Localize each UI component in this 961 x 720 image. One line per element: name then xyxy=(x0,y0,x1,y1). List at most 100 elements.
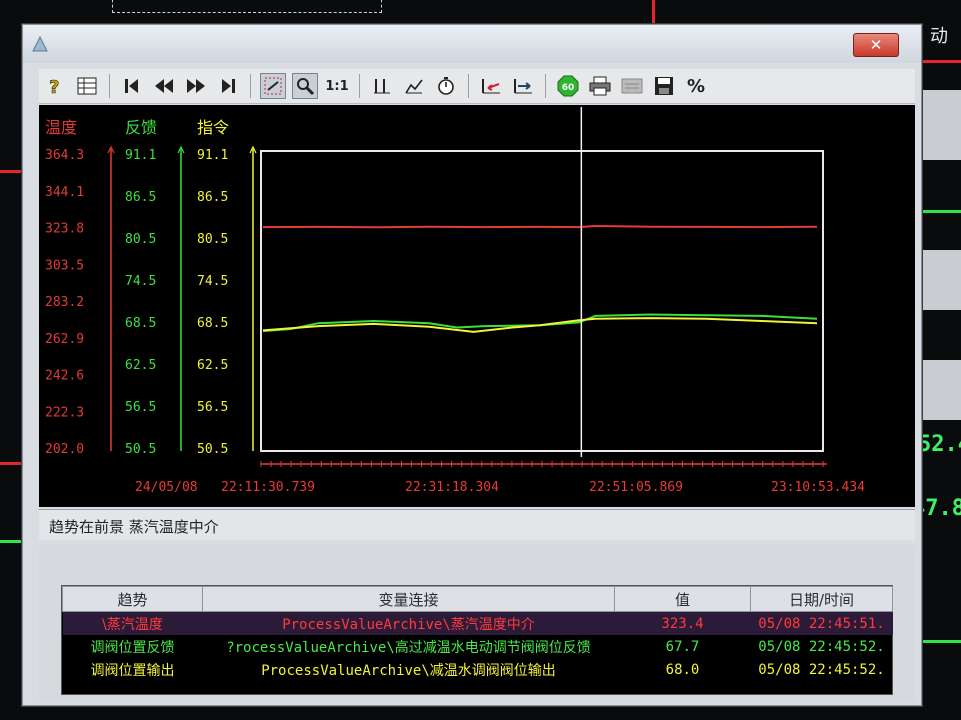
percent-icon[interactable]: % xyxy=(683,73,709,99)
toolbar-separator xyxy=(545,74,546,98)
background-green-line xyxy=(920,210,961,213)
tick-label: 91.1 xyxy=(125,148,156,163)
first-icon[interactable] xyxy=(119,73,145,99)
svg-text:60: 60 xyxy=(562,83,575,93)
plot-frame xyxy=(260,150,824,452)
status-bar: 趋势在前景 蒸汽温度中介 xyxy=(39,509,915,540)
trend-name-cell: \蒸汽温度 xyxy=(62,611,203,635)
background-panel-frame xyxy=(112,0,382,13)
table-row[interactable]: \蒸汽温度 ProcessValueArchive\蒸汽温度中介 323.4 05/0… xyxy=(62,611,893,635)
datetime-cell: 05/08 22:45:51. xyxy=(750,611,893,635)
series-line-2 xyxy=(262,317,818,333)
toolbar-separator xyxy=(468,74,469,98)
help-icon[interactable]: ? xyxy=(42,73,68,99)
tick-label: 364.3 xyxy=(45,148,84,163)
tick-label: 56.5 xyxy=(125,400,156,415)
save-icon[interactable] xyxy=(651,73,677,99)
tick-label: 262.9 xyxy=(45,332,84,347)
axis-title-2: 指令 xyxy=(197,118,229,137)
tick-label: 74.5 xyxy=(125,274,156,289)
background-red-line xyxy=(920,60,961,63)
tick-label: 50.5 xyxy=(125,442,156,457)
zoom-icon[interactable] xyxy=(292,73,318,99)
value-cell: 68.0 xyxy=(665,661,700,678)
background-label: 动 xyxy=(930,26,948,47)
background-gray-block xyxy=(920,250,961,310)
tick-label: 62.5 xyxy=(125,358,156,373)
series-line-1 xyxy=(262,313,818,333)
print-icon[interactable] xyxy=(587,73,613,99)
value-table: 趋势 变量连接 值 日期/时间 \蒸汽温度 ProcessValueArchive… xyxy=(61,585,893,695)
value-table-area: 趋势 变量连接 值 日期/时间 \蒸汽温度 ProcessValueArchive… xyxy=(39,545,915,701)
tick-label: 80.5 xyxy=(197,232,228,247)
trend-name-cell: 调阀位置反馈 xyxy=(90,639,175,656)
background-gray-block xyxy=(920,90,961,160)
x-tick-label: 22:11:30.739 xyxy=(221,480,315,495)
value-cell: 67.7 xyxy=(665,638,700,655)
variable-cell: ProcessValueArchive\减温水调阀阀位输出 xyxy=(261,662,556,679)
x-tick-label: 22:31:18.304 xyxy=(405,480,499,495)
close-button[interactable]: ✕ xyxy=(853,33,899,57)
tick-label: 68.5 xyxy=(125,316,156,331)
toolbar-separator xyxy=(250,74,251,98)
back-icon[interactable] xyxy=(151,73,177,99)
import-icon[interactable] xyxy=(478,73,504,99)
tick-label: 91.1 xyxy=(197,148,228,163)
tick-label: 202.0 xyxy=(45,442,84,457)
tick-label: 50.5 xyxy=(197,442,228,457)
table-row[interactable]: 调阀位置反馈 ?rocessValueArchive\高过减温水电动调节阀阀位反馈… xyxy=(63,635,893,658)
export-icon[interactable] xyxy=(510,73,536,99)
trend-chart-panel: 温度 364.3 344.1 323.8 303.5 283.2 262.9 242.6 222… xyxy=(39,105,915,507)
table-row[interactable]: 调阀位置输出 ProcessValueArchive\减温水调阀阀位输出 68.0 0… xyxy=(63,658,893,681)
variable-cell: ?rocessValueArchive\高过减温水电动调节阀阀位反馈 xyxy=(226,639,591,656)
datetime-cell: 05/08 22:45:52. xyxy=(758,638,885,655)
x-tick-label: 24/05/08 xyxy=(135,480,198,495)
tick-label: 74.5 xyxy=(197,274,228,289)
header-trend[interactable]: 趋势 xyxy=(62,586,203,612)
one-to-one-icon[interactable]: 1:1 xyxy=(324,73,350,99)
trend-icon[interactable] xyxy=(401,73,427,99)
header-datetime[interactable]: 日期/时间 xyxy=(750,586,893,612)
background-gray-block xyxy=(920,360,961,420)
tick-label: 80.5 xyxy=(125,232,156,247)
header-value[interactable]: 值 xyxy=(614,586,751,612)
app-icon xyxy=(32,35,48,52)
tick-label: 86.5 xyxy=(197,190,228,205)
x-tick-label: 23:10:53.434 xyxy=(771,480,865,495)
header-variable[interactable]: 变量连接 xyxy=(202,586,615,612)
toolbar-separator xyxy=(359,74,360,98)
x-tick-label: 22:51:05.869 xyxy=(589,480,683,495)
toolbar-separator xyxy=(109,74,110,98)
tick-label: 222.3 xyxy=(45,405,84,420)
tick-label: 68.5 xyxy=(197,316,228,331)
datetime-cell: 05/08 22:45:52. xyxy=(758,661,885,678)
tick-label: 56.5 xyxy=(197,400,228,415)
background-red-line xyxy=(0,170,22,173)
tick-label: 283.2 xyxy=(45,295,84,310)
sixty-icon[interactable]: 60 xyxy=(555,73,581,99)
variable-cell: ProcessValueArchive\蒸汽温度中介 xyxy=(202,611,615,635)
tick-label: 62.5 xyxy=(197,358,228,373)
select-area-icon[interactable] xyxy=(260,73,286,99)
timer-icon[interactable] xyxy=(433,73,459,99)
toolbar: ? 1:1 60 % xyxy=(39,69,915,104)
table-icon[interactable] xyxy=(74,73,100,99)
trend-window: ✕ ? 1:1 60 % 温度 364.3 344.1 323.8 303.5 … xyxy=(22,24,922,706)
ruler-icon[interactable] xyxy=(369,73,395,99)
background-value-1: 52.4 xyxy=(918,432,961,457)
series-line-0 xyxy=(262,224,818,229)
trend-chart[interactable]: 温度 364.3 344.1 323.8 303.5 283.2 262.9 242.6 222… xyxy=(39,105,915,507)
config-icon[interactable] xyxy=(619,73,645,99)
title-bar[interactable]: ✕ xyxy=(23,25,921,63)
axis-title-0: 温度 xyxy=(45,118,77,137)
value-cell: 323.4 xyxy=(614,611,751,635)
tick-label: 242.6 xyxy=(45,369,84,384)
tick-label: 86.5 xyxy=(125,190,156,205)
forward-icon[interactable] xyxy=(183,73,209,99)
last-icon[interactable] xyxy=(215,73,241,99)
tick-label: 344.1 xyxy=(45,185,84,200)
tick-label: 303.5 xyxy=(45,258,84,273)
background-red-line xyxy=(652,0,655,24)
axis-title-1: 反馈 xyxy=(125,118,157,137)
status-text: 趋势在前景 蒸汽温度中介 xyxy=(49,518,219,536)
